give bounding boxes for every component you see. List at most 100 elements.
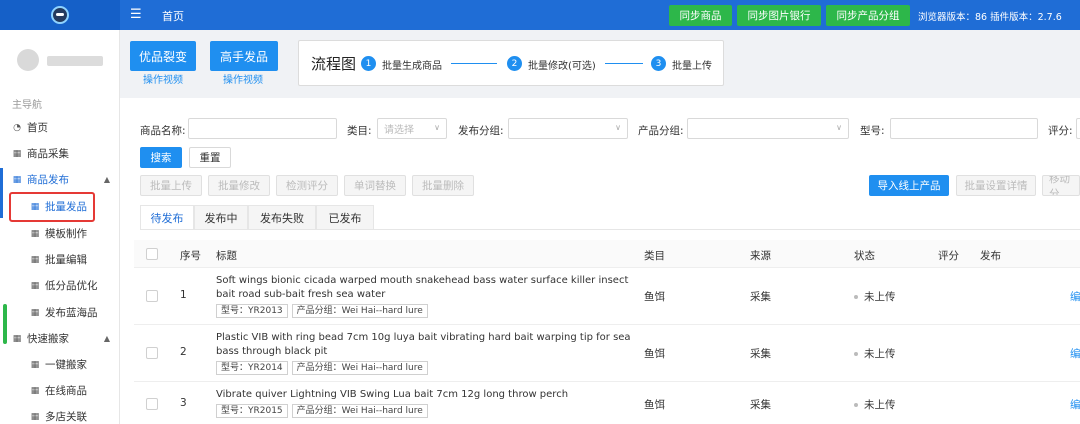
row-edit-link[interactable]: 编 bbox=[1070, 289, 1080, 304]
word-replace-button[interactable]: 单词替换 bbox=[344, 175, 406, 196]
sidebar-item-online-products[interactable]: ▦ 在线商品 bbox=[30, 383, 87, 398]
sidebar-item-low-score[interactable]: ▦ 低分品优化 bbox=[30, 278, 98, 293]
sidebar-item-blue-ocean[interactable]: ▦ 发布蓝海品 bbox=[30, 305, 98, 320]
chevron-up-icon: ▲ bbox=[103, 175, 110, 184]
select-all-checkbox[interactable] bbox=[146, 248, 158, 260]
breadcrumb-home[interactable]: 首页 bbox=[162, 8, 184, 24]
row-checkbox[interactable] bbox=[146, 398, 158, 410]
batch-settings-button[interactable]: 批量设置详情 bbox=[956, 175, 1036, 196]
sync-product-groups-button[interactable]: 同步产品分组 bbox=[826, 5, 910, 26]
top-bar: ☰ 首页 同步商品 同步图片银行 同步产品分组 浏览器版本：86 插件版本：2.… bbox=[0, 0, 1080, 30]
sidebar-item-label: 首页 bbox=[27, 122, 48, 134]
publish-group-label: 发布分组: bbox=[458, 125, 504, 137]
row-title: Plastic VIB with ring bead 7cm 10g luya … bbox=[216, 331, 636, 375]
chevron-down-icon: ∨ bbox=[836, 123, 842, 132]
row-source: 采集 bbox=[750, 348, 771, 360]
row-status: 未上传 bbox=[854, 346, 896, 361]
sidebar-item-quick-move[interactable]: ▦ 快速搬家 ▲ bbox=[12, 331, 110, 346]
reset-button[interactable]: 重置 bbox=[189, 147, 231, 168]
sidebar-item-template[interactable]: ▦ 模板制作 bbox=[30, 226, 87, 241]
tab-failed[interactable]: 发布失败 bbox=[248, 205, 316, 230]
sidebar-item-product-collect[interactable]: ▦ 商品采集 bbox=[12, 146, 69, 161]
sidebar-item-label: 商品发布 bbox=[27, 174, 69, 186]
table-row[interactable]: 2 Plastic VIB with ring bead 7cm 10g luy… bbox=[134, 325, 1080, 382]
tab-pending[interactable]: 待发布 bbox=[140, 205, 194, 230]
step-connector bbox=[451, 63, 497, 64]
row-title: Vibrate quiver Lightning VIB Swing Lua b… bbox=[216, 388, 636, 418]
grid-icon: ▦ bbox=[30, 307, 40, 318]
product-group-select[interactable]: ∨ bbox=[687, 118, 849, 139]
sidebar-item-product-publish[interactable]: ▦ 商品发布 ▲ bbox=[12, 172, 110, 187]
sidebar-item-label: 模板制作 bbox=[45, 228, 87, 240]
batch-edit-button[interactable]: 批量修改 bbox=[208, 175, 270, 196]
group-tag: 产品分组：Wei Hai--hard lure bbox=[291, 361, 428, 375]
import-online-button[interactable]: 导入线上产品 bbox=[869, 175, 949, 196]
quality-fission-button[interactable]: 优品裂变 bbox=[130, 41, 196, 71]
grid-icon: ▦ bbox=[12, 333, 22, 344]
row-category: 鱼饵 bbox=[644, 291, 665, 303]
tab-published[interactable]: 已发布 bbox=[316, 205, 374, 230]
row-status-text: 未上传 bbox=[864, 291, 896, 303]
dashboard-icon: ◔ bbox=[13, 122, 21, 133]
grid-icon: ▦ bbox=[30, 359, 40, 370]
table-header: 序号 标题 类目 来源 状态 评分 发布 bbox=[134, 240, 1080, 268]
table-row[interactable]: 3 Vibrate quiver Lightning VIB Swing Lua… bbox=[134, 382, 1080, 424]
hamburger-menu-icon[interactable]: ☰ bbox=[130, 7, 142, 22]
sync-image-bank-button[interactable]: 同步图片银行 bbox=[737, 5, 821, 26]
row-status-text: 未上传 bbox=[864, 399, 896, 411]
publish-group-select[interactable]: ∨ bbox=[508, 118, 628, 139]
sidebar-item-label: 商品采集 bbox=[27, 148, 69, 160]
sidebar-item-batch-edit[interactable]: ▦ 批量编辑 bbox=[30, 252, 87, 267]
sidebar-item-home[interactable]: ◔ 首页 bbox=[12, 120, 48, 135]
category-label: 类目: bbox=[347, 125, 372, 137]
grid-icon: ▦ bbox=[30, 201, 40, 212]
sidebar-item-one-click-move[interactable]: ▦ 一键搬家 bbox=[30, 357, 87, 372]
product-group-label: 产品分组: bbox=[638, 125, 684, 137]
check-score-button[interactable]: 检测评分 bbox=[276, 175, 338, 196]
move-button[interactable]: 移动分 bbox=[1042, 175, 1080, 196]
table-row[interactable]: 1 Soft wings bionic cicada warped mouth … bbox=[134, 268, 1080, 325]
main-content: 商品名称: 类目: 请选择 ∨ 发布分组: ∨ 产品分组: ∨ 型号: 评分: … bbox=[120, 98, 1080, 424]
row-title-text: Soft wings bionic cicada warped mouth sn… bbox=[216, 275, 629, 300]
logo-area[interactable] bbox=[0, 0, 120, 30]
row-edit-link[interactable]: 编 bbox=[1070, 346, 1080, 361]
score-input[interactable] bbox=[1076, 118, 1080, 139]
quality-fission-video-link[interactable]: 操作视频 bbox=[143, 71, 183, 86]
sidebar-item-batch-publish[interactable]: ▦ 批量发品 bbox=[30, 199, 87, 214]
grid-icon: ▦ bbox=[30, 228, 40, 239]
chevron-up-icon: ▲ bbox=[103, 334, 110, 343]
sidebar-item-label: 在线商品 bbox=[45, 385, 87, 397]
product-name-input[interactable] bbox=[188, 118, 337, 139]
grid-icon: ▦ bbox=[30, 280, 40, 291]
scrollbar-thumb[interactable] bbox=[3, 304, 7, 344]
sidebar-item-label: 批量编辑 bbox=[45, 254, 87, 266]
row-checkbox[interactable] bbox=[146, 347, 158, 359]
col-title: 标题 bbox=[216, 250, 237, 262]
sidebar-item-label: 多店关联 bbox=[45, 411, 87, 423]
batch-delete-button[interactable]: 批量删除 bbox=[412, 175, 474, 196]
step-3-badge: 3 bbox=[651, 56, 666, 71]
expert-publish-button[interactable]: 高手发品 bbox=[210, 41, 278, 71]
row-index: 1 bbox=[180, 289, 187, 301]
col-score: 评分 bbox=[938, 250, 959, 262]
row-checkbox[interactable] bbox=[146, 290, 158, 302]
col-status: 状态 bbox=[854, 250, 875, 262]
model-tag: 型号：YR2014 bbox=[216, 361, 288, 375]
avatar[interactable] bbox=[17, 49, 39, 71]
row-edit-link[interactable]: 编 bbox=[1070, 397, 1080, 412]
search-button[interactable]: 搜索 bbox=[140, 147, 182, 168]
category-select[interactable]: 请选择 ∨ bbox=[377, 118, 447, 139]
flow-title: 流程图 bbox=[311, 55, 357, 73]
sync-products-button[interactable]: 同步商品 bbox=[669, 5, 732, 26]
expert-publish-video-link[interactable]: 操作视频 bbox=[223, 71, 263, 86]
row-index: 2 bbox=[180, 346, 187, 358]
model-input[interactable] bbox=[890, 118, 1038, 139]
model-tag: 型号：YR2013 bbox=[216, 304, 288, 318]
model-tag: 型号：YR2015 bbox=[216, 404, 288, 418]
sidebar-item-multi-store[interactable]: ▦ 多店关联 bbox=[30, 409, 87, 424]
flow-diagram: 流程图 1 批量生成商品 2 批量修改(可选) 3 批量上传 bbox=[298, 40, 724, 86]
row-category: 鱼饵 bbox=[644, 399, 665, 411]
tab-publishing[interactable]: 发布中 bbox=[194, 205, 248, 230]
step-2-badge: 2 bbox=[507, 56, 522, 71]
batch-upload-button[interactable]: 批量上传 bbox=[140, 175, 202, 196]
